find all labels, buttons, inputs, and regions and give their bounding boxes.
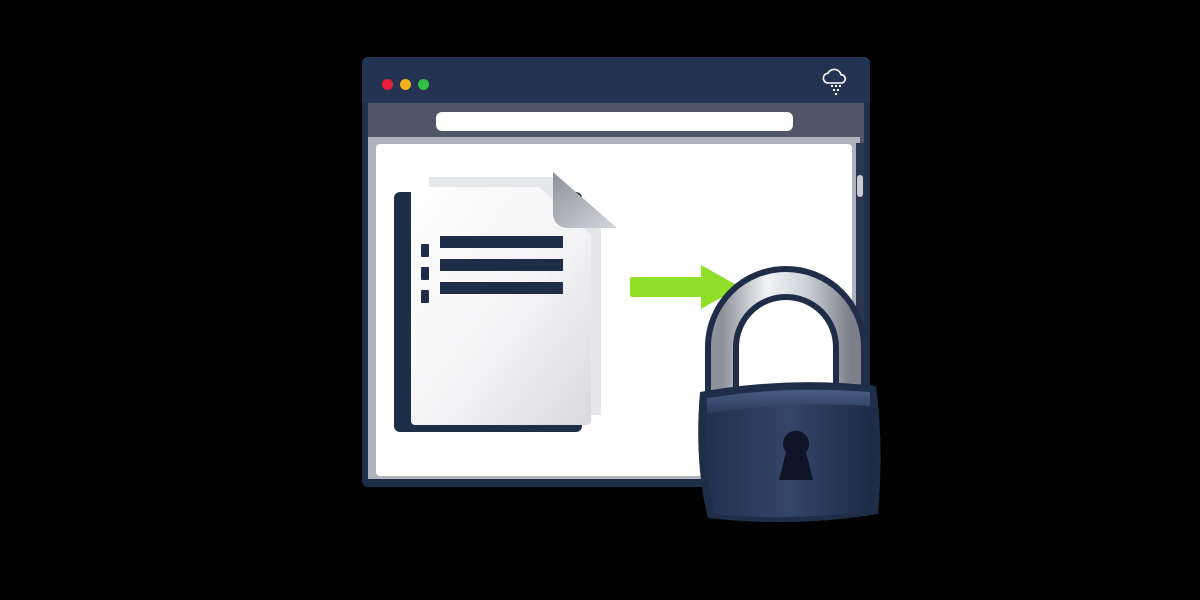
illustration <box>394 172 881 523</box>
padlock-icon <box>698 266 881 523</box>
document-icon <box>394 172 617 432</box>
stage <box>0 0 1200 600</box>
